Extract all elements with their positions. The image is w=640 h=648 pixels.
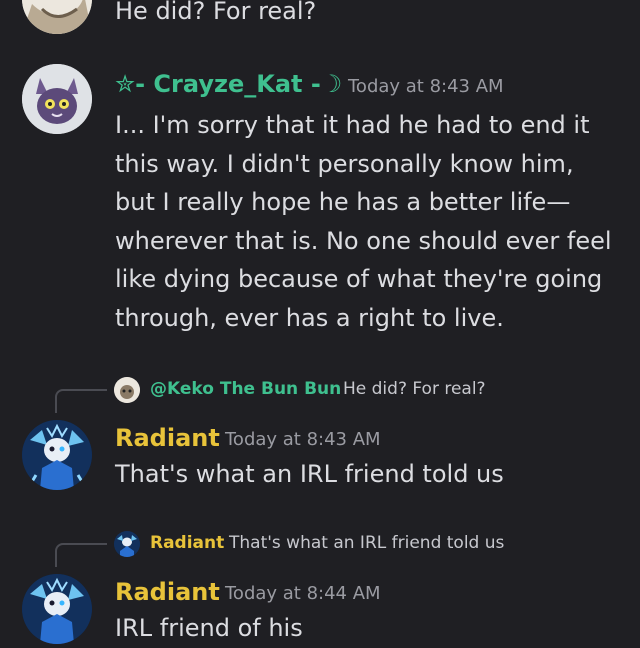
reply-connector [55,543,107,567]
reply-connector [55,389,107,413]
keko-avatar[interactable] [22,0,92,34]
keko-mini-avatar-icon [114,377,140,403]
top-message-text: He did? For real? [115,0,317,25]
crayze-message-line: I... I'm sorry that it had he had to end… [115,111,590,139]
reply-mention-radiant[interactable]: Radiant [150,533,224,553]
crayze-avatar[interactable] [22,64,92,134]
radiant-username[interactable]: Radiant [115,578,220,606]
crayze-message-line: but I really hope he has a better life— [115,188,571,216]
keko-avatar-icon [22,0,92,34]
radiant-avatar[interactable] [22,420,92,490]
crayze-username[interactable]: ✮- Crayze_Kat -☽ [115,70,342,98]
crayze-message-line: wherever that is. No one should ever fee… [115,226,612,255]
radiant-timestamp: Today at 8:44 AM [225,583,381,604]
reply-radiant-mini-avatar[interactable] [114,531,140,557]
radiant-username[interactable]: Radiant [115,424,220,452]
radiant-message-text: That's what an IRL friend told us [115,460,504,488]
reply-preview-text[interactable]: That's what an IRL friend told us [229,533,504,553]
radiant-avatar-icon [22,574,92,644]
crayze-message-line: through, ever has a right to live. [115,303,504,332]
crayze-message-line: this way. I didn't personally know him, [115,149,574,178]
crayze-message-line: like dying because of what they're going [115,265,603,293]
crayze-timestamp: Today at 8:43 AM [348,76,504,97]
radiant-message-text: IRL friend of his [115,614,303,642]
radiant-mini-avatar-icon [114,531,140,557]
reply-keko-mini-avatar[interactable] [114,377,140,403]
cat-avatar-icon [22,64,92,134]
reply-mention-keko[interactable]: @Keko The Bun Bun [150,379,341,399]
reply-preview-text[interactable]: He did? For real? [343,379,486,399]
radiant-avatar-icon [22,420,92,490]
radiant-timestamp: Today at 8:43 AM [225,429,381,450]
radiant-avatar[interactable] [22,574,92,644]
